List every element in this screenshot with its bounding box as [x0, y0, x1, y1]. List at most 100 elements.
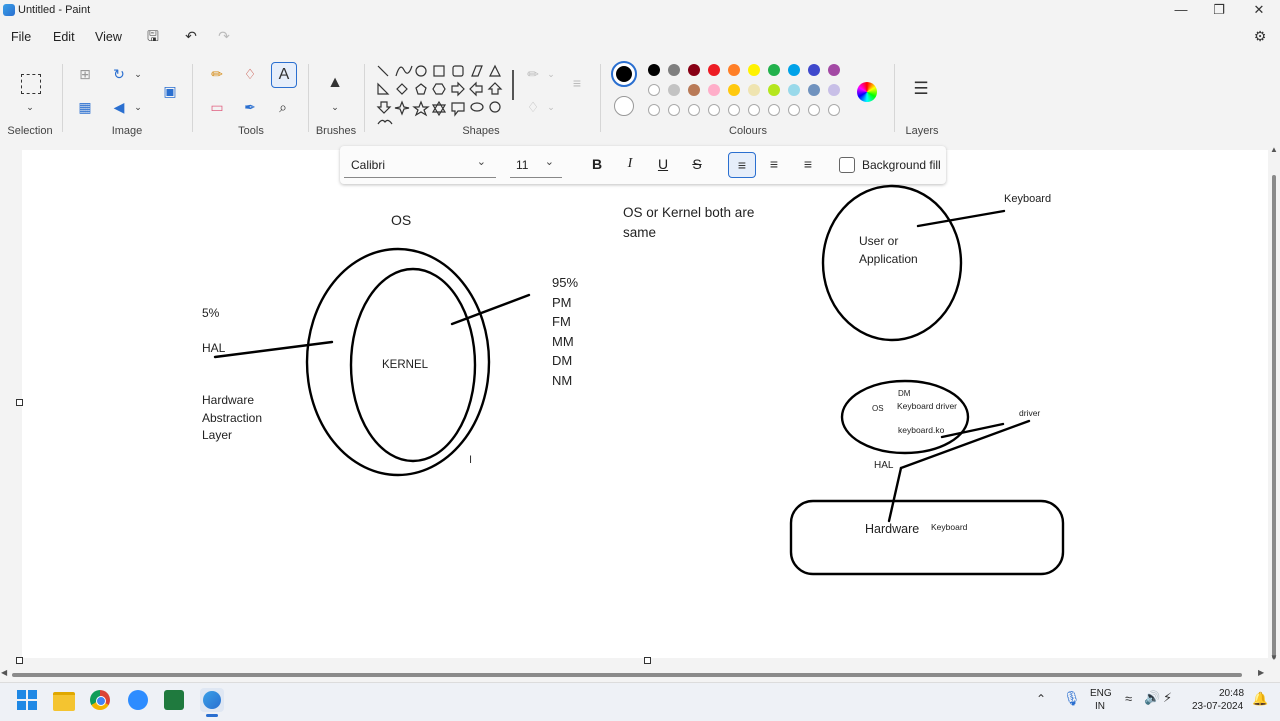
- magnifier-icon[interactable]: ⌕: [272, 96, 294, 118]
- fill-bucket-icon[interactable]: ♢: [239, 63, 261, 85]
- bold-button[interactable]: B: [588, 156, 606, 172]
- horizontal-scrollbar[interactable]: ◀ ▶: [0, 666, 1268, 680]
- brush-icon[interactable]: ▲: [324, 72, 346, 94]
- color-swatch[interactable]: [688, 84, 700, 96]
- font-family-select[interactable]: Calibri ⌄: [344, 153, 496, 178]
- settings-gear-icon[interactable]: ⚙: [1249, 25, 1271, 47]
- custom-color-slot[interactable]: [728, 104, 740, 116]
- custom-color-slot[interactable]: [828, 104, 840, 116]
- language-eng[interactable]: ENG: [1090, 688, 1112, 699]
- color-swatch[interactable]: [788, 84, 800, 96]
- save-icon[interactable]: 🖫: [142, 25, 164, 47]
- custom-color-slot[interactable]: [668, 104, 680, 116]
- color-swatch[interactable]: [788, 64, 800, 76]
- color-swatch[interactable]: [768, 84, 780, 96]
- scroll-up-arrow-icon[interactable]: ▲: [1270, 145, 1278, 154]
- color-swatch[interactable]: [808, 64, 820, 76]
- chrome-icon[interactable]: [90, 690, 110, 710]
- vertical-scrollbar[interactable]: ▲ ▼: [1268, 145, 1280, 665]
- image-select-icon[interactable]: ▣: [159, 80, 181, 102]
- custom-color-slot[interactable]: [768, 104, 780, 116]
- menu-file[interactable]: File: [11, 30, 31, 44]
- color-swatch[interactable]: [668, 64, 680, 76]
- color-swatch[interactable]: [768, 64, 780, 76]
- color-swatch[interactable]: [648, 84, 660, 96]
- undo-icon[interactable]: ↶: [180, 25, 202, 47]
- secondary-color-button[interactable]: [614, 96, 634, 116]
- color-picker-icon[interactable]: ✒: [239, 96, 261, 118]
- align-left-button[interactable]: ≡: [728, 152, 756, 178]
- color-swatch[interactable]: [668, 84, 680, 96]
- background-fill-checkbox[interactable]: [839, 157, 855, 173]
- resize-handle-bottom[interactable]: [644, 657, 651, 664]
- custom-color-slot[interactable]: [708, 104, 720, 116]
- windows-start-icon[interactable]: [17, 690, 37, 710]
- battery-icon[interactable]: ⚡: [1163, 690, 1172, 706]
- minimize-button[interactable]: —: [1162, 1, 1200, 21]
- close-button[interactable]: ✕: [1240, 1, 1278, 21]
- selection-dropdown-icon[interactable]: ⌄: [19, 96, 41, 118]
- scroll-left-arrow-icon[interactable]: ◀: [1, 668, 7, 677]
- shape-fill-dropdown-icon[interactable]: ⌄: [540, 96, 562, 118]
- vertical-scroll-thumb[interactable]: [1272, 175, 1276, 659]
- color-swatch[interactable]: [728, 64, 740, 76]
- rotate-dropdown-icon[interactable]: ⌄: [127, 63, 149, 85]
- flip-dropdown-icon[interactable]: ⌄: [127, 96, 149, 118]
- color-swatch[interactable]: [708, 84, 720, 96]
- wifi-icon[interactable]: ≈: [1125, 691, 1132, 706]
- color-swatch[interactable]: [828, 64, 840, 76]
- excel-sheet-icon[interactable]: [164, 690, 184, 710]
- scroll-down-arrow-icon[interactable]: ▼: [1270, 653, 1278, 662]
- align-right-button[interactable]: ≡: [796, 152, 820, 176]
- tray-chevron-up-icon[interactable]: ⌃: [1036, 692, 1046, 706]
- text-tool-icon[interactable]: A: [271, 62, 297, 88]
- pencil-icon[interactable]: ✏: [206, 63, 228, 85]
- horizontal-scroll-thumb[interactable]: [12, 673, 1242, 677]
- stroke-size-icon[interactable]: ≡: [566, 72, 588, 94]
- volume-icon[interactable]: 🔊: [1144, 690, 1160, 706]
- shapes-gallery[interactable]: [372, 60, 512, 126]
- color-swatch[interactable]: [748, 84, 760, 96]
- resize-handle-left[interactable]: [16, 399, 23, 406]
- strikethrough-button[interactable]: S: [688, 156, 706, 172]
- language-in[interactable]: IN: [1095, 701, 1105, 712]
- brush-dropdown-icon[interactable]: ⌄: [324, 96, 346, 118]
- custom-color-slot[interactable]: [808, 104, 820, 116]
- italic-button[interactable]: I: [621, 156, 639, 172]
- custom-color-slot[interactable]: [648, 104, 660, 116]
- scroll-right-arrow-icon[interactable]: ▶: [1258, 668, 1264, 677]
- shape-outline-dropdown-icon[interactable]: ⌄: [540, 63, 562, 85]
- color-swatch[interactable]: [828, 84, 840, 96]
- file-explorer-icon[interactable]: [53, 692, 75, 711]
- custom-color-slot[interactable]: [688, 104, 700, 116]
- restore-button[interactable]: ❐: [1200, 1, 1238, 21]
- resize-icon[interactable]: ▦: [74, 96, 96, 118]
- eraser-icon[interactable]: ▭: [206, 96, 228, 118]
- edit-colours-icon[interactable]: [857, 82, 877, 102]
- font-size-select[interactable]: 11 ⌄: [510, 153, 562, 178]
- color-swatch[interactable]: [648, 64, 660, 76]
- redo-icon[interactable]: ↷: [213, 25, 235, 47]
- color-swatch[interactable]: [708, 64, 720, 76]
- clock-date[interactable]: 23-07-2024: [1192, 701, 1243, 712]
- notification-bell-icon[interactable]: 🔔: [1252, 691, 1268, 707]
- select-rectangle-icon[interactable]: [21, 74, 41, 94]
- color-swatch[interactable]: [688, 64, 700, 76]
- menu-view[interactable]: View: [95, 30, 122, 44]
- align-center-button[interactable]: ≡: [762, 152, 786, 176]
- color-swatch[interactable]: [748, 64, 760, 76]
- custom-color-slot[interactable]: [748, 104, 760, 116]
- primary-color-button[interactable]: [611, 61, 637, 87]
- underline-button[interactable]: U: [654, 156, 672, 172]
- zoom-icon[interactable]: [128, 690, 148, 710]
- resize-handle-corner[interactable]: [16, 657, 23, 664]
- menu-edit[interactable]: Edit: [53, 30, 75, 44]
- crop-icon[interactable]: ⊞: [74, 63, 96, 85]
- clock-time[interactable]: 20:48: [1219, 688, 1244, 699]
- custom-color-slot[interactable]: [788, 104, 800, 116]
- layers-icon[interactable]: ☰: [910, 78, 932, 100]
- paint-taskbar-icon[interactable]: [200, 688, 224, 712]
- microphone-icon[interactable]: 🎙: [1063, 690, 1081, 707]
- color-swatch[interactable]: [728, 84, 740, 96]
- color-swatch[interactable]: [808, 84, 820, 96]
